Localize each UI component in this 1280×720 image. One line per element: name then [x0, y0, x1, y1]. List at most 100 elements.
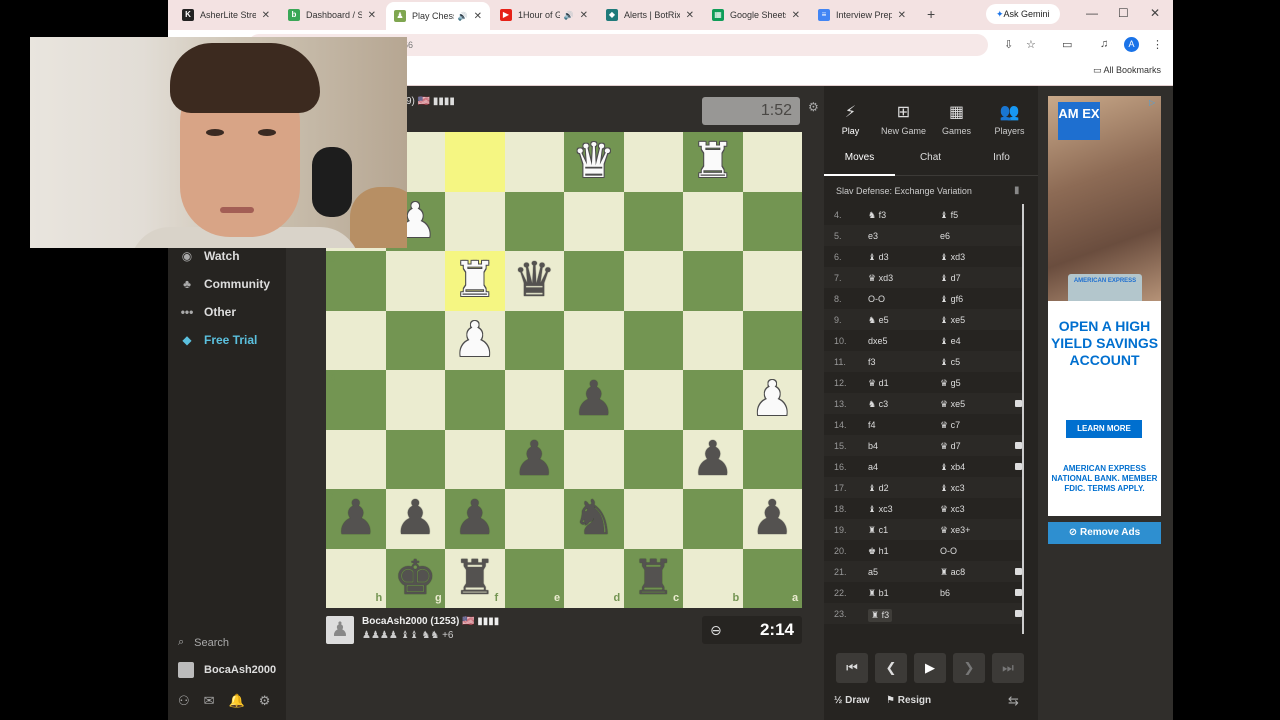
white-move[interactable]: ♛ xd3 [868, 273, 893, 284]
media-control-icon[interactable]: ♫ [1100, 38, 1108, 50]
board-square[interactable] [564, 251, 624, 311]
board-square[interactable] [623, 191, 683, 251]
play-button[interactable]: ▶ [914, 653, 946, 683]
board-square[interactable] [742, 132, 802, 192]
settings-gear-icon[interactable]: ⚙ [259, 693, 271, 709]
sidebar-item-community[interactable]: ♣ Community [178, 274, 270, 294]
browser-tab[interactable]: K AsherLite Strea ✕ [174, 3, 278, 27]
black-pawn[interactable]: ♟ [743, 489, 803, 549]
white-move[interactable]: ♜ c1 [868, 525, 888, 536]
white-move[interactable]: ♝ xc3 [868, 504, 893, 515]
black-pawn[interactable]: ♟ [505, 430, 565, 490]
black-queen[interactable]: ♛ [505, 251, 565, 311]
board-square[interactable] [504, 191, 564, 251]
advertisement[interactable]: AM EX AMERICAN EXPRESS ▷ OPEN A HIGH YIE… [1048, 96, 1161, 516]
white-move[interactable]: ♜ b1 [868, 588, 889, 599]
black-move[interactable]: e6 [940, 231, 950, 241]
tab-close-icon[interactable]: ✕ [898, 10, 906, 21]
board-square[interactable] [683, 310, 743, 370]
flip-board-icon[interactable]: ⇆ [1008, 693, 1019, 709]
white-move[interactable]: ♝ d3 [868, 252, 889, 263]
black-move[interactable]: ♝ xd3 [940, 252, 965, 263]
browser-tab[interactable]: ◆ Alerts | BotRix ✕ [598, 3, 702, 27]
white-move[interactable]: f3 [868, 357, 876, 367]
board-square[interactable] [385, 429, 445, 489]
white-move[interactable]: a4 [868, 462, 878, 472]
nav-players[interactable]: 👥 Players [983, 102, 1036, 136]
black-move[interactable]: ♝ xe5 [940, 315, 965, 326]
board-square[interactable] [683, 489, 743, 549]
board-square[interactable] [623, 370, 683, 430]
board-square[interactable] [742, 429, 802, 489]
browser-tab[interactable]: b Dashboard / S/ ✕ [280, 3, 384, 27]
tab-info[interactable]: Info [966, 152, 1037, 163]
board-square[interactable] [623, 310, 683, 370]
new-tab-icon[interactable]: + [927, 6, 935, 22]
black-move[interactable]: ♝ e4 [940, 336, 961, 347]
black-pawn[interactable]: ♟ [445, 489, 505, 549]
black-move[interactable]: ♝ c5 [940, 357, 960, 368]
minimize-icon[interactable]: — [1086, 6, 1098, 20]
white-move[interactable]: O-O [868, 294, 885, 304]
white-rook[interactable]: ♜ [683, 132, 743, 192]
nav-play[interactable]: ⚡ Play [824, 102, 877, 136]
black-move[interactable]: b6 [940, 588, 950, 598]
nav-games[interactable]: ▦ Games [930, 102, 983, 136]
previous-move-button[interactable]: ❮ [875, 653, 907, 683]
board-square[interactable] [504, 489, 564, 549]
close-window-icon[interactable]: ✕ [1150, 6, 1160, 20]
black-pawn[interactable]: ♟ [386, 489, 446, 549]
board-square[interactable] [385, 370, 445, 430]
white-move[interactable]: ♜ f3 [868, 609, 893, 622]
black-move[interactable]: ♝ d7 [940, 273, 961, 284]
black-move[interactable]: ♛ g5 [940, 378, 961, 389]
tab-close-icon[interactable]: ✕ [686, 10, 694, 21]
black-move[interactable]: O-O [940, 546, 957, 556]
black-move[interactable]: ♛ xe3+ [940, 525, 970, 536]
next-move-button[interactable]: ❯ [953, 653, 985, 683]
black-move[interactable]: ♜ ac8 [940, 567, 965, 578]
menu-kebab-icon[interactable]: ⋮ [1152, 38, 1163, 51]
board-square[interactable] [623, 251, 683, 311]
black-move[interactable]: ♝ xb4 [940, 462, 965, 473]
board-square[interactable] [742, 251, 802, 311]
board-square[interactable] [742, 191, 802, 251]
opening-book-icon[interactable]: ▮ [1014, 185, 1020, 196]
white-move[interactable]: dxe5 [868, 336, 888, 346]
board-square[interactable] [683, 191, 743, 251]
board-square[interactable] [564, 191, 624, 251]
board-square[interactable] [504, 370, 564, 430]
tab-chat[interactable]: Chat [895, 152, 966, 163]
board-square[interactable] [564, 310, 624, 370]
black-pawn[interactable]: ♟ [683, 430, 743, 490]
board-square[interactable] [445, 132, 505, 192]
board-square[interactable] [683, 251, 743, 311]
white-move[interactable]: e3 [868, 231, 878, 241]
white-move[interactable]: f4 [868, 420, 876, 430]
board-square[interactable] [683, 370, 743, 430]
speaker-icon[interactable]: 🔊 [458, 12, 468, 21]
tab-close-icon[interactable]: ✕ [792, 10, 800, 21]
last-move-button[interactable]: ⏭ [992, 653, 1024, 683]
white-rook[interactable]: ♜ [445, 251, 505, 311]
black-move[interactable]: ♝ f5 [940, 210, 958, 221]
board-square[interactable] [445, 191, 505, 251]
board-square[interactable] [623, 132, 683, 192]
black-move[interactable]: ♛ d7 [940, 441, 961, 452]
move-list-scrollbar[interactable] [1022, 204, 1024, 634]
white-move[interactable]: ♞ c3 [868, 399, 888, 410]
sidebar-item-free-trial[interactable]: ◆ Free Trial [178, 330, 257, 350]
white-move[interactable]: ♚ h1 [868, 546, 889, 557]
tab-moves[interactable]: Moves [824, 152, 895, 163]
bottom-player-name[interactable]: BocaAsh2000 (1253) [362, 616, 459, 627]
white-pawn[interactable]: ♟ [445, 311, 505, 371]
ask-gemini-button[interactable]: ✦ Ask Gemini [986, 4, 1060, 24]
black-move[interactable]: ♛ c7 [940, 420, 960, 431]
move-list[interactable]: 4. ♞ f3 ♝ f5 5. e3 e6 6. ♝ d3 ♝ xd3 7. ♛ xd3 ♝ d7 8.… [824, 204, 1024, 634]
browser-tab[interactable]: ▶ 1Hour of G 🔊 ✕ [492, 3, 596, 27]
white-move[interactable]: ♞ e5 [868, 315, 889, 326]
screen-share-icon[interactable]: ▭ [1062, 38, 1072, 51]
white-move[interactable]: a5 [868, 567, 878, 577]
white-move[interactable]: b4 [868, 441, 878, 451]
board-settings-icon[interactable]: ⚙ [808, 100, 819, 114]
